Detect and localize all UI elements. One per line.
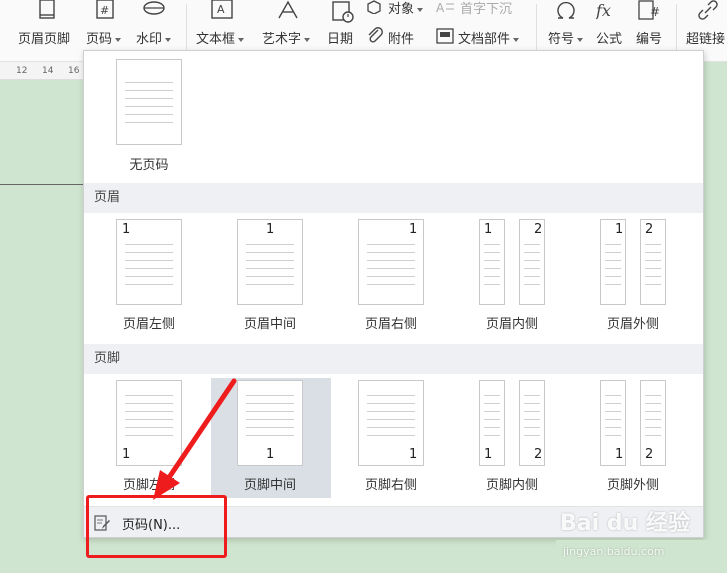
annotation-highlight-box	[86, 495, 227, 558]
annotation-arrow-icon	[153, 378, 237, 500]
baidu-watermark: Bai du 经验	[560, 511, 690, 536]
baidu-watermark-url: jingyan.baidu.com	[563, 545, 665, 558]
